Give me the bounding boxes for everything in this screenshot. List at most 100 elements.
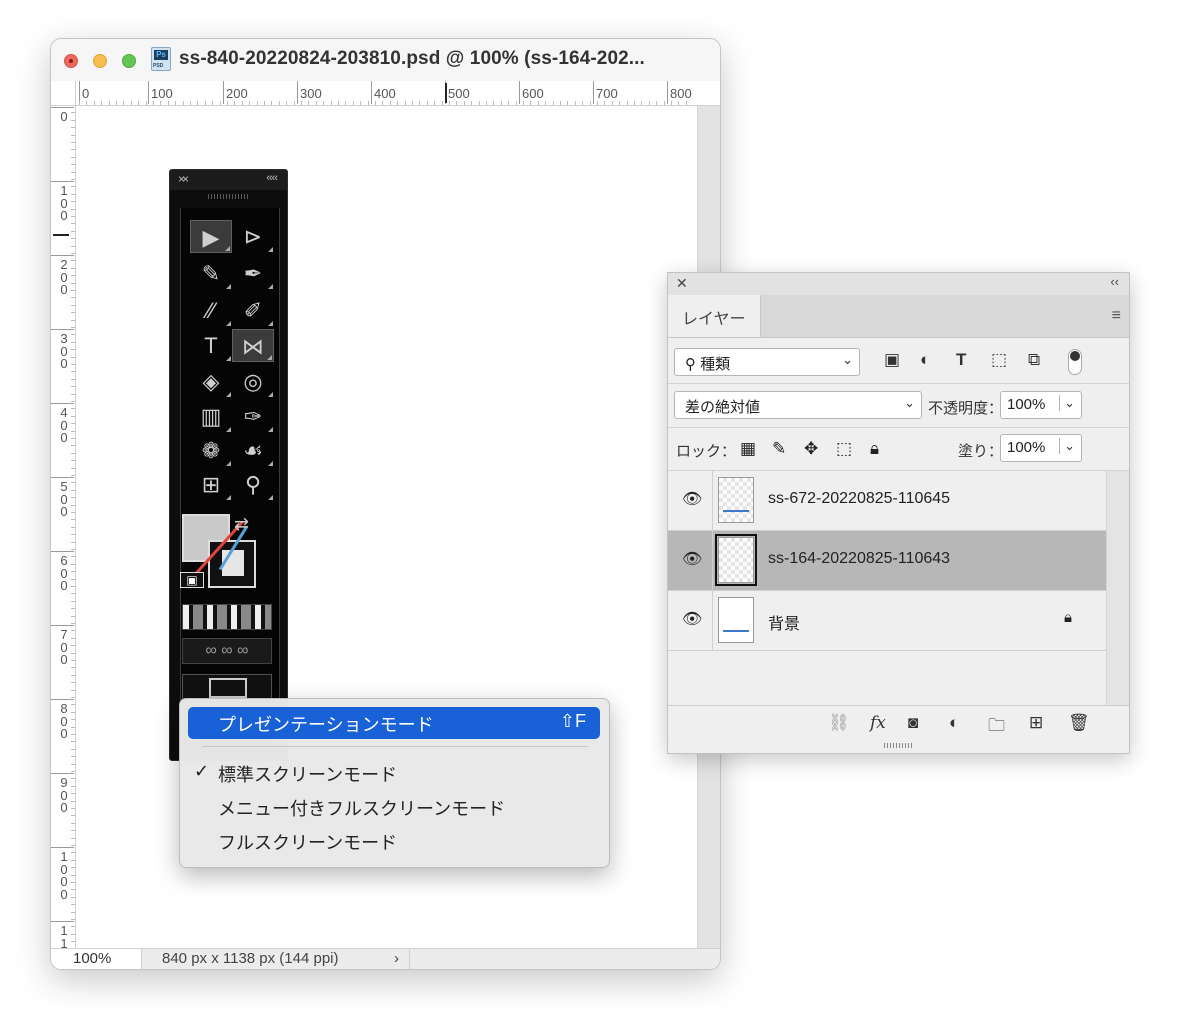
move-tool-icon[interactable]: ▶ [190, 220, 232, 253]
layer-lock-icon: 🔒︎ [1064, 609, 1072, 626]
layer-filter-dropdown[interactable]: ⚲ 種類 ⌄ [674, 348, 860, 376]
tools-collapse-icon[interactable]: ‹‹‹‹ [266, 172, 278, 184]
lock-transparency-icon[interactable]: ▦ [740, 439, 756, 459]
adjustment-filter-icon[interactable]: ◐ [920, 350, 930, 370]
menu-item-fullscreen-with-menu[interactable]: メニュー付きフルスクリーンモード [188, 791, 600, 823]
layers-scrollbar[interactable] [1106, 471, 1129, 705]
layer-row-selected[interactable]: 👁︎ ss-164-20220825-110643 [668, 531, 1106, 591]
stamp-tool-icon[interactable]: ☙ [232, 434, 274, 467]
lock-position-icon[interactable]: ✥ [804, 439, 818, 459]
chevron-down-icon[interactable]: ⌄ [1059, 438, 1075, 454]
minimize-window-button[interactable] [93, 54, 107, 68]
visibility-eye-icon[interactable]: 👁︎ [682, 549, 702, 569]
menu-item-standard-screen-mode[interactable]: ✓ 標準スクリーンモード [188, 757, 600, 789]
ruler-minor-tick [71, 497, 75, 499]
layer-row[interactable]: 👁︎ 背景 🔒︎ [668, 591, 1106, 651]
layer-thumbnail[interactable] [718, 477, 754, 523]
type-filter-icon[interactable]: T [956, 350, 966, 370]
lasso-tool-icon[interactable]: ◎ [232, 365, 274, 398]
slice-tool-icon[interactable]: ⋈ [232, 329, 274, 362]
lock-pixels-icon[interactable]: ✎ [772, 439, 786, 459]
swap-colors-icon[interactable]: ⇄ [234, 514, 249, 535]
zoom-tool-icon[interactable]: ⚲ [232, 468, 274, 501]
brush-tool-icon[interactable]: ✎ [190, 257, 232, 290]
new-layer-icon[interactable]: ⊞ [1029, 713, 1043, 733]
ruler-minor-tick [219, 101, 221, 105]
view-modes-strip[interactable]: ∞ ∞ ∞ [182, 638, 272, 664]
tools-close-icon[interactable]: ×× [178, 172, 189, 186]
default-colors-icon[interactable]: ▣ [180, 572, 204, 588]
layer-thumbnail[interactable] [718, 537, 754, 583]
tools-grip[interactable] [208, 194, 250, 199]
panel-resize-grip[interactable] [884, 743, 912, 748]
quick-mask-strip[interactable] [182, 604, 272, 630]
pixel-filter-icon[interactable]: ▣ [884, 350, 900, 370]
fill-field[interactable]: 100% ⌄ [1000, 434, 1082, 462]
collapse-icon[interactable]: ‹‹ [1110, 274, 1119, 289]
retouch-tool-icon[interactable]: ✑ [232, 400, 274, 433]
folder-icon[interactable]: 🗀︎ [988, 713, 1005, 742]
ruler-minor-tick [508, 101, 510, 105]
layer-thumbnail[interactable] [718, 597, 754, 643]
ruler-minor-tick [71, 245, 75, 247]
ruler-minor-tick [71, 452, 75, 454]
visibility-eye-icon[interactable]: 👁︎ [682, 489, 702, 509]
trash-icon[interactable]: 🗑︎ [1068, 713, 1090, 733]
ruler-minor-tick [338, 101, 339, 105]
ruler-minor-tick [71, 341, 75, 343]
layers-panel-header[interactable]: ✕ ‹‹ [668, 273, 1129, 296]
close-window-button[interactable] [64, 54, 78, 68]
status-info-arrow[interactable]: › [394, 950, 399, 967]
menu-item-presentation-mode[interactable]: プレゼンテーションモード ⇧F [188, 707, 600, 739]
vertical-ruler[interactable]: 0 100 200 300 400 500 600 700 800 900 1000 11 [51, 105, 76, 949]
ruler-minor-tick [71, 734, 75, 735]
artboard-tool-icon[interactable]: ⊳ [232, 220, 274, 253]
gradient-tool-icon[interactable]: ▥ [190, 400, 232, 433]
adjustment-icon[interactable]: ◐ [949, 713, 959, 733]
visibility-eye-icon[interactable]: 👁︎ [682, 609, 702, 629]
ruler-minor-tick [389, 101, 391, 105]
zoom-window-button[interactable] [122, 54, 136, 68]
link-icon[interactable]: ⛓︎ [828, 713, 850, 733]
panel-menu-icon[interactable]: ≡ [1112, 307, 1121, 325]
ruler-minor-tick [71, 386, 75, 388]
tab-layers[interactable]: レイヤー [668, 295, 761, 337]
layer-row[interactable]: 👁︎ ss-672-20220825-110645 [668, 471, 1106, 531]
ruler-minor-tick [123, 101, 125, 105]
shape-filter-icon[interactable]: ⬚ [991, 350, 1007, 370]
horizontal-ruler[interactable]: 0 100 200 300 400 500 600 700 800 [51, 81, 720, 106]
ruler-minor-tick [71, 689, 75, 691]
smart-object-filter-icon[interactable]: ⧉ [1028, 350, 1040, 370]
fill-tool-icon[interactable]: ◈ [190, 365, 232, 398]
blend-mode-dropdown[interactable]: 差の絶対値 ⌄ [674, 391, 922, 419]
title-bar[interactable]: Ps PSD ss-840-20220824-203810.psd @ 100%… [51, 39, 720, 82]
chevron-down-icon[interactable]: ⌄ [1059, 395, 1075, 411]
mask-icon[interactable]: ◙ [908, 713, 918, 733]
ruler-tick [51, 477, 74, 478]
close-icon[interactable]: ✕ [676, 275, 688, 292]
ruler-minor-tick [71, 475, 75, 476]
healing-tool-icon[interactable]: ❁ [190, 434, 232, 467]
line-tool-icon[interactable]: ⁄⁄ [190, 294, 232, 327]
menu-item-fullscreen-mode[interactable]: フルスクリーンモード [188, 825, 600, 857]
crop-tool-icon[interactable]: ⊞ [190, 468, 232, 501]
lock-artboard-icon[interactable]: ⬚ [836, 439, 852, 459]
filter-toggle[interactable] [1068, 349, 1082, 375]
eyedropper-tool-icon[interactable]: ✐ [232, 294, 274, 327]
fx-icon[interactable]: fx [870, 713, 886, 733]
ruler-minor-tick [71, 911, 75, 913]
tools-panel-header[interactable]: ×× ‹‹‹‹ [170, 170, 287, 190]
lock-all-icon[interactable]: 🔒︎ [870, 439, 879, 459]
ruler-minor-tick [71, 556, 75, 558]
zoom-level-field[interactable]: 100% [51, 949, 142, 969]
type-tool-icon[interactable]: T [190, 329, 232, 362]
ruler-minor-tick [71, 186, 75, 188]
ruler-minor-tick [71, 408, 75, 410]
ruler-tick [593, 81, 594, 104]
ruler-origin[interactable] [51, 81, 76, 106]
layers-tab-bar: レイヤー ≡ [668, 295, 1129, 338]
pen-tool-icon[interactable]: ✒ [232, 257, 274, 290]
ruler-minor-tick [434, 101, 436, 105]
opacity-field[interactable]: 100% ⌄ [1000, 391, 1082, 419]
ruler-minor-tick [286, 101, 288, 105]
